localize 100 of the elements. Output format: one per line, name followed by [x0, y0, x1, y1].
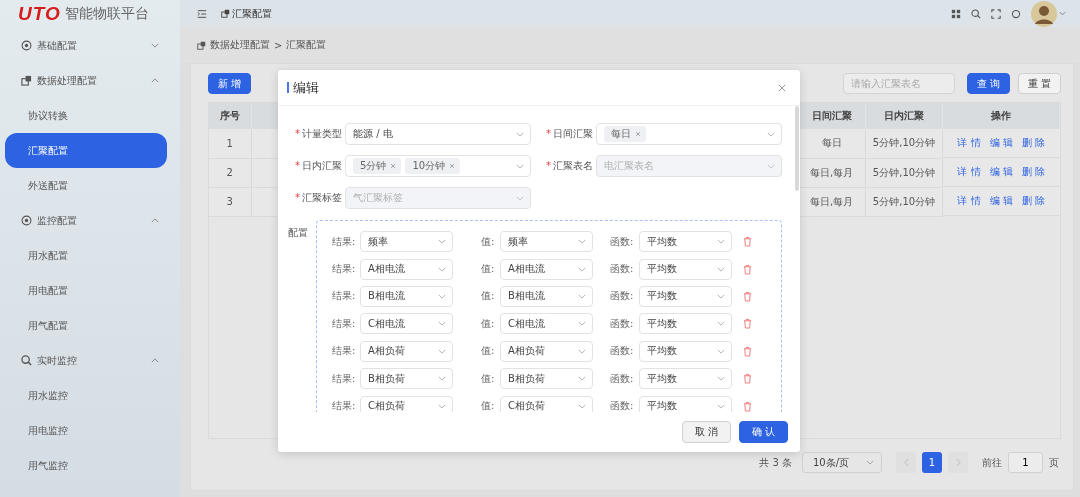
table-cell: 3	[209, 187, 251, 216]
select-field[interactable]: C相电流	[500, 313, 593, 335]
cancel-button[interactable]: 取 消	[681, 421, 731, 443]
add-button[interactable]: 新 增	[208, 73, 252, 94]
menu-item[interactable]: 用水配置	[5, 238, 167, 273]
close-icon[interactable]	[778, 83, 786, 92]
menu-item[interactable]: 用气配置	[5, 308, 167, 343]
search-icon	[21, 355, 32, 366]
menu-item[interactable]: 汇聚配置	[5, 133, 167, 168]
field-label: 结果:	[332, 316, 357, 331]
chevron-up-icon	[151, 358, 159, 363]
select-field[interactable]: 频率	[360, 231, 453, 253]
caret-icon[interactable]	[1059, 11, 1066, 16]
chevron-down-icon	[516, 163, 524, 169]
action-link[interactable]: 删 除	[1021, 165, 1046, 179]
grid-icon[interactable]	[951, 8, 961, 19]
select-field[interactable]: 能源 / 电	[345, 123, 531, 145]
field-label: 值:	[481, 234, 496, 249]
table-cell: 2	[209, 158, 251, 187]
close-icon[interactable]	[635, 131, 641, 137]
select-field[interactable]: C相负荷	[500, 395, 593, 412]
menu-group[interactable]: 数据处理配置	[5, 63, 167, 98]
action-link[interactable]: 删 除	[1021, 136, 1046, 150]
select-field[interactable]: A相负荷	[360, 340, 453, 362]
select-field[interactable]: A相电流	[360, 258, 453, 280]
select-field[interactable]: 平均数	[639, 340, 732, 362]
tag[interactable]: 每日	[604, 126, 646, 142]
field-label: 值:	[481, 399, 496, 412]
field-label: 值:	[481, 371, 496, 386]
select-field[interactable]: C相电流	[360, 313, 453, 335]
search-icon[interactable]	[971, 8, 981, 19]
scrollbar[interactable]	[795, 106, 799, 191]
table-cell: 5分钟,10分钟	[865, 187, 943, 216]
menu-item[interactable]: 用气监控	[5, 448, 167, 483]
close-icon[interactable]	[390, 163, 397, 169]
page-button[interactable]: 1	[922, 452, 942, 473]
select-field[interactable]: B相负荷	[360, 368, 453, 390]
menu-group[interactable]: 监控配置	[5, 203, 167, 238]
select-field[interactable]: B相电流	[500, 285, 593, 307]
page-unit: 页	[1049, 455, 1059, 470]
action-link[interactable]: 编 辑	[989, 136, 1013, 150]
menu-item[interactable]: 协议转换	[5, 98, 167, 133]
page-input[interactable]: 1	[1008, 452, 1043, 473]
select-field[interactable]: 平均数	[639, 313, 732, 335]
menu-item[interactable]: 用电监控	[5, 413, 167, 448]
select-field[interactable]: 平均数	[639, 231, 732, 253]
action-link[interactable]: 详 情	[957, 194, 981, 208]
tag[interactable]: 10分钟	[405, 158, 461, 174]
delete-icon[interactable]	[743, 373, 752, 385]
delete-icon[interactable]	[743, 345, 752, 357]
table-cell: 每日	[797, 129, 866, 158]
column-header: 操作	[942, 103, 1060, 129]
page-tab[interactable]: 汇聚配置	[232, 6, 272, 21]
select-field[interactable]: 平均数	[639, 285, 732, 307]
delete-icon[interactable]	[743, 263, 752, 275]
select-field[interactable]: B相电流	[360, 285, 453, 307]
select-field[interactable]: A相负荷	[500, 340, 593, 362]
field-label: 函数:	[610, 344, 635, 359]
action-link[interactable]: 删 除	[1021, 194, 1046, 208]
menu-item[interactable]: 用水监控	[5, 378, 167, 413]
select-field[interactable]: C相负荷	[360, 395, 453, 412]
select-field[interactable]: A相电流	[500, 258, 593, 280]
select-field[interactable]: 平均数	[639, 258, 732, 280]
select-field[interactable]: 频率	[500, 231, 593, 253]
breadcrumb-link[interactable]: 汇聚配置	[286, 38, 327, 52]
menu-group[interactable]: 基础配置	[5, 28, 167, 63]
action-link[interactable]: 详 情	[957, 136, 981, 150]
select-field[interactable]: 平均数	[639, 395, 732, 412]
delete-icon[interactable]	[743, 400, 752, 412]
field-label: 结果:	[332, 344, 357, 359]
select-field[interactable]: 平均数	[639, 368, 732, 390]
next-page-button[interactable]	[948, 452, 968, 473]
reset-button[interactable]: 重 置	[1017, 73, 1061, 94]
field-label: 函数:	[610, 234, 635, 249]
page-size-select[interactable]: 10条/页	[802, 452, 882, 473]
chevron-down-icon	[151, 43, 159, 48]
delete-icon[interactable]	[743, 236, 752, 248]
query-button[interactable]: 查 询	[966, 73, 1010, 94]
select-field[interactable]: B相负荷	[500, 368, 593, 390]
action-link[interactable]: 详 情	[957, 165, 981, 179]
close-icon[interactable]	[449, 163, 456, 169]
menu-item[interactable]: 用电配置	[5, 273, 167, 308]
action-link[interactable]: 编 辑	[989, 194, 1013, 208]
tag[interactable]: 5分钟	[353, 158, 402, 174]
multi-select-field[interactable]: 每日	[596, 123, 782, 145]
action-link[interactable]: 编 辑	[989, 165, 1013, 179]
menu-group[interactable]: 实时监控	[5, 343, 167, 378]
confirm-button[interactable]: 确 认	[738, 421, 788, 443]
column-header: 日内汇聚	[865, 103, 943, 129]
delete-icon[interactable]	[743, 290, 752, 302]
fullscreen-icon[interactable]	[991, 8, 1001, 19]
field-label: 值:	[481, 316, 496, 331]
avatar[interactable]	[1031, 0, 1057, 27]
field-label: 函数:	[610, 316, 635, 331]
goto-label: 前往	[982, 455, 1002, 470]
menu-item[interactable]: 外送配置	[5, 168, 167, 203]
delete-icon[interactable]	[743, 318, 752, 330]
breadcrumb-link[interactable]: 数据处理配置	[210, 38, 270, 52]
menu-fold-icon[interactable]	[197, 8, 207, 19]
multi-select-field[interactable]: 5分钟 10分钟	[345, 155, 531, 177]
